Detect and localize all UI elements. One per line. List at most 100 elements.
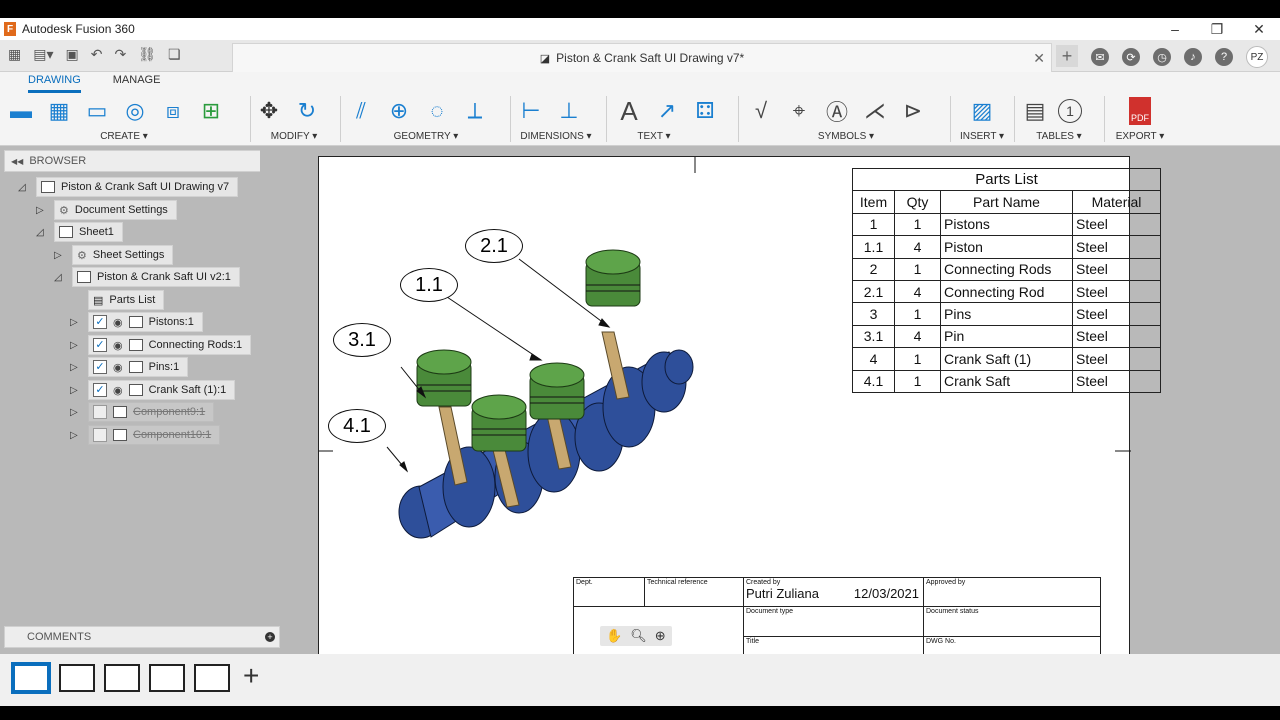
- expand-triangle-icon[interactable]: ◿: [36, 227, 48, 238]
- visibility-checkbox[interactable]: ✓: [93, 360, 107, 374]
- export-menu[interactable]: EXPORT ▾: [1110, 131, 1170, 142]
- tab-manage[interactable]: MANAGE: [113, 74, 161, 93]
- pan-icon[interactable]: ✋: [606, 628, 622, 644]
- tree-view[interactable]: ◿ Piston & Crank Saft UI v2:1: [54, 267, 240, 287]
- balloon-1-1[interactable]: 1.1: [400, 268, 458, 302]
- geometry-menu[interactable]: GEOMETRY ▾: [346, 131, 506, 142]
- balloon-3-1[interactable]: 3.1: [333, 323, 391, 357]
- link-icon[interactable]: ⛓: [138, 46, 156, 63]
- tree-component-hidden[interactable]: ▷ Component9:1: [70, 402, 215, 422]
- symbols-menu[interactable]: SYMBOLS ▾: [746, 131, 946, 142]
- tree-root[interactable]: ◿ Piston & Crank Saft UI Drawing v7: [18, 177, 239, 197]
- tree-component-hidden[interactable]: ▷ Component10:1: [70, 425, 221, 445]
- tab-drawing[interactable]: DRAWING: [28, 74, 81, 93]
- eye-icon[interactable]: ◉: [113, 339, 123, 352]
- visibility-checkbox[interactable]: [93, 428, 107, 442]
- sheet-thumbnail[interactable]: [194, 664, 230, 692]
- modify-menu[interactable]: MODIFY ▾: [254, 131, 334, 142]
- sketch-create-icon[interactable]: ⊞: [196, 96, 226, 126]
- collapse-triangle-icon[interactable]: ▷: [70, 430, 82, 441]
- section-view-icon[interactable]: ▭: [82, 96, 112, 126]
- add-sheet-button[interactable]: +: [243, 662, 259, 690]
- taper-slope-icon[interactable]: ⊳: [898, 96, 928, 126]
- pdf-export-icon[interactable]: PDF: [1129, 97, 1151, 125]
- dimension-icon[interactable]: ⊢: [516, 96, 546, 126]
- collapse-triangle-icon[interactable]: ▷: [70, 317, 82, 328]
- create-menu[interactable]: CREATE ▾: [6, 131, 242, 142]
- tree-component[interactable]: ▷ ✓ ◉ Crank Saft (1):1: [70, 380, 236, 400]
- move-icon[interactable]: ✥: [254, 96, 284, 126]
- tree-parts-list[interactable]: ▤ Parts List: [88, 290, 165, 310]
- visibility-checkbox[interactable]: ✓: [93, 338, 107, 352]
- add-comment-button[interactable]: +: [265, 632, 275, 642]
- clock-icon[interactable]: ◷: [1153, 48, 1171, 66]
- text-menu[interactable]: TEXT ▾: [614, 131, 694, 142]
- break-view-icon[interactable]: ⧈: [158, 96, 188, 126]
- eye-icon[interactable]: ◉: [113, 361, 123, 374]
- dimensions-menu[interactable]: DIMENSIONS ▾: [516, 131, 596, 142]
- ordinate-icon[interactable]: ⊥: [554, 96, 584, 126]
- insert-menu[interactable]: INSERT ▾: [956, 131, 1008, 142]
- zoom-icon[interactable]: ⊕: [655, 628, 666, 644]
- close-tab-icon[interactable]: ✕: [1033, 50, 1045, 67]
- restore-button[interactable]: ❐: [1196, 18, 1238, 40]
- sheet-thumbnail[interactable]: [11, 662, 51, 694]
- redo-icon[interactable]: ↷: [114, 46, 126, 63]
- sheet-thumbnail[interactable]: [104, 664, 140, 692]
- balloon-4-1[interactable]: 4.1: [328, 409, 386, 443]
- feature-control-frame-icon[interactable]: ⌖: [784, 96, 814, 126]
- weld-symbol-icon[interactable]: ⋌: [860, 96, 890, 126]
- file-menu-icon[interactable]: ▤▾: [33, 46, 53, 63]
- visibility-checkbox[interactable]: ✓: [93, 315, 107, 329]
- collapse-triangle-icon[interactable]: ▷: [70, 340, 82, 351]
- tree-sheet[interactable]: ◿ Sheet1: [36, 222, 123, 242]
- expand-triangle-icon[interactable]: ◿: [18, 182, 30, 193]
- sheet-thumbnail[interactable]: [149, 664, 185, 692]
- tree-component[interactable]: ▷ ✓ ◉ Connecting Rods:1: [70, 335, 252, 355]
- tree-component[interactable]: ▷ ✓ ◉ Pistons:1: [70, 312, 203, 332]
- center-mark-pattern-icon[interactable]: ◌: [422, 96, 452, 126]
- sheet-thumbnail[interactable]: [59, 664, 95, 692]
- new-tab-button[interactable]: +: [1056, 45, 1078, 67]
- balloon-icon[interactable]: 1: [1058, 99, 1082, 123]
- notification-icon[interactable]: ♪: [1184, 48, 1202, 66]
- eye-icon[interactable]: ◉: [113, 316, 123, 329]
- datum-identifier-icon[interactable]: Ⓐ: [822, 96, 852, 126]
- user-avatar[interactable]: PZ: [1246, 46, 1268, 68]
- center-mark-icon[interactable]: ⊕: [384, 96, 414, 126]
- collapse-triangle-icon[interactable]: ▷: [36, 205, 48, 216]
- minimize-button[interactable]: –: [1154, 18, 1196, 40]
- projected-view-icon[interactable]: ▦: [44, 96, 74, 126]
- detail-view-icon[interactable]: ◎: [120, 96, 150, 126]
- insert-image-icon[interactable]: ▨: [967, 96, 997, 126]
- table-icon[interactable]: ▤: [1020, 96, 1050, 126]
- save-icon[interactable]: ▣: [66, 46, 79, 63]
- visibility-checkbox[interactable]: ✓: [93, 383, 107, 397]
- tree-document-settings[interactable]: ▷ ⚙ Document Settings: [36, 200, 177, 220]
- edge-extension-icon[interactable]: ⟂: [460, 96, 490, 126]
- base-view-icon[interactable]: ▬: [6, 96, 36, 126]
- collapse-triangle-icon[interactable]: ▷: [70, 362, 82, 373]
- note-icon[interactable]: ⚃: [690, 96, 720, 126]
- collapse-triangle-icon[interactable]: ▷: [54, 250, 66, 261]
- rotate-icon[interactable]: ↻: [292, 96, 322, 126]
- leader-icon[interactable]: ↗: [652, 96, 682, 126]
- tree-sheet-settings[interactable]: ▷ ⚙ Sheet Settings: [54, 245, 174, 265]
- document-tab[interactable]: ◪ Piston & Crank Saft UI Drawing v7* ✕: [232, 43, 1052, 72]
- parts-list-table[interactable]: Parts List Item Qty Part Name Material 1…: [852, 167, 1161, 393]
- collapse-triangle-icon[interactable]: ▷: [70, 407, 82, 418]
- collapse-arrows-icon[interactable]: ◀◀: [11, 157, 23, 166]
- centerline-icon[interactable]: ⫽: [346, 96, 376, 126]
- drawing-canvas[interactable]: 2.1 1.1 3.1 4.1 Parts List Item Qty Part…: [260, 146, 1280, 654]
- visibility-checkbox[interactable]: [93, 405, 107, 419]
- balloon-2-1[interactable]: 2.1: [465, 229, 523, 263]
- collapse-triangle-icon[interactable]: ▷: [70, 385, 82, 396]
- zoom-window-icon[interactable]: 🔍︎: [630, 628, 647, 644]
- tree-component[interactable]: ▷ ✓ ◉ Pins:1: [70, 357, 189, 377]
- pages-icon[interactable]: ❏: [168, 46, 181, 63]
- extensions-icon[interactable]: ⟳: [1122, 48, 1140, 66]
- expand-triangle-icon[interactable]: ◿: [54, 272, 66, 283]
- text-icon[interactable]: A: [614, 96, 644, 126]
- eye-icon[interactable]: ◉: [113, 384, 123, 397]
- help-icon[interactable]: ?: [1215, 48, 1233, 66]
